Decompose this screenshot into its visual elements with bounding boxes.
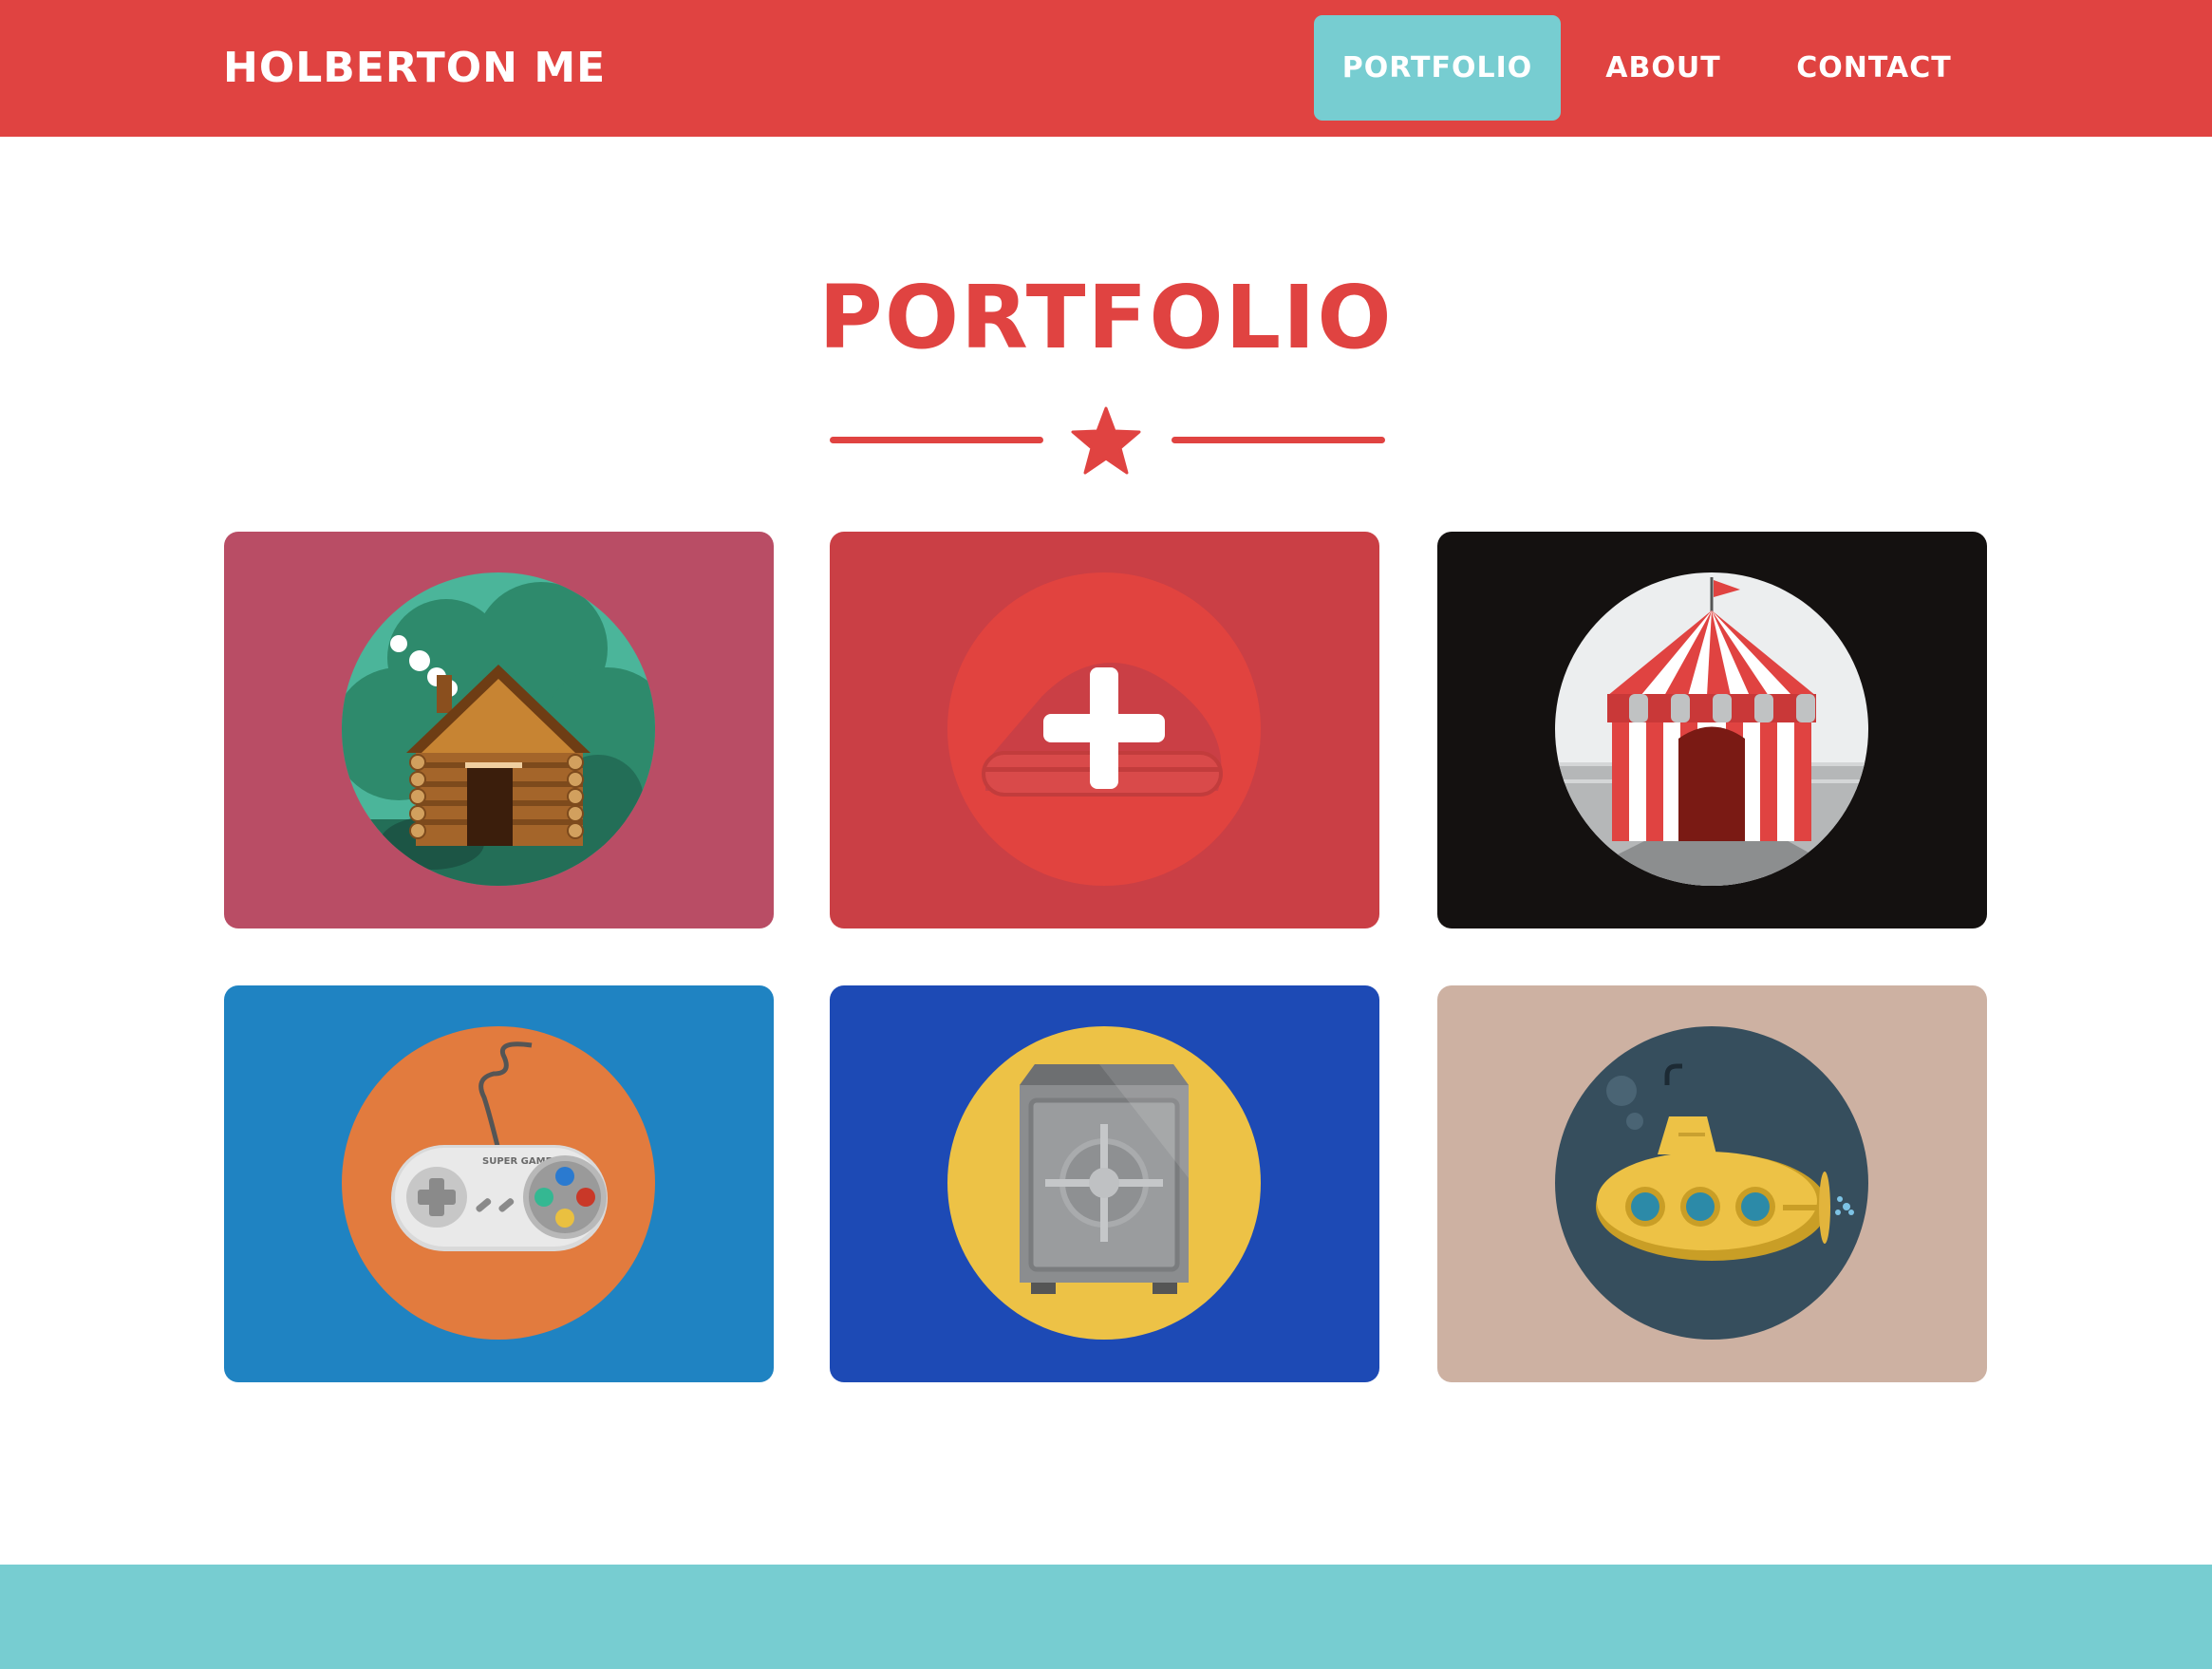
navbar: HOLBERTON ME PORTFOLIO ABOUT CONTACT [0,0,2212,137]
portfolio-item-controller[interactable]: SUPER GAME [224,985,774,1382]
portfolio-item-submarine[interactable] [1437,985,1987,1382]
circus-tent-icon [1555,572,1868,886]
safe-icon [947,1026,1261,1340]
portfolio-item-safe[interactable] [830,985,1379,1382]
brand-logo[interactable]: HOLBERTON ME [223,42,606,95]
nav-contact[interactable]: CONTACT [1783,15,1965,121]
portfolio-item-circus[interactable] [1437,532,1987,928]
cake-plus-icon [947,572,1261,886]
game-controller-icon: SUPER GAME [342,1026,655,1340]
divider-line-left [830,437,1043,443]
nav-portfolio[interactable]: PORTFOLIO [1314,15,1561,121]
page-title: PORTFOLIO [818,267,1394,368]
star-icon [1071,406,1141,475]
log-cabin-icon [342,572,655,886]
portfolio-item-cake[interactable] [830,532,1379,928]
portfolio-item-cabin[interactable] [224,532,774,928]
footer [0,1565,2212,1669]
divider-line-right [1172,437,1385,443]
nav-about[interactable]: ABOUT [1587,15,1739,121]
submarine-icon [1555,1026,1868,1340]
